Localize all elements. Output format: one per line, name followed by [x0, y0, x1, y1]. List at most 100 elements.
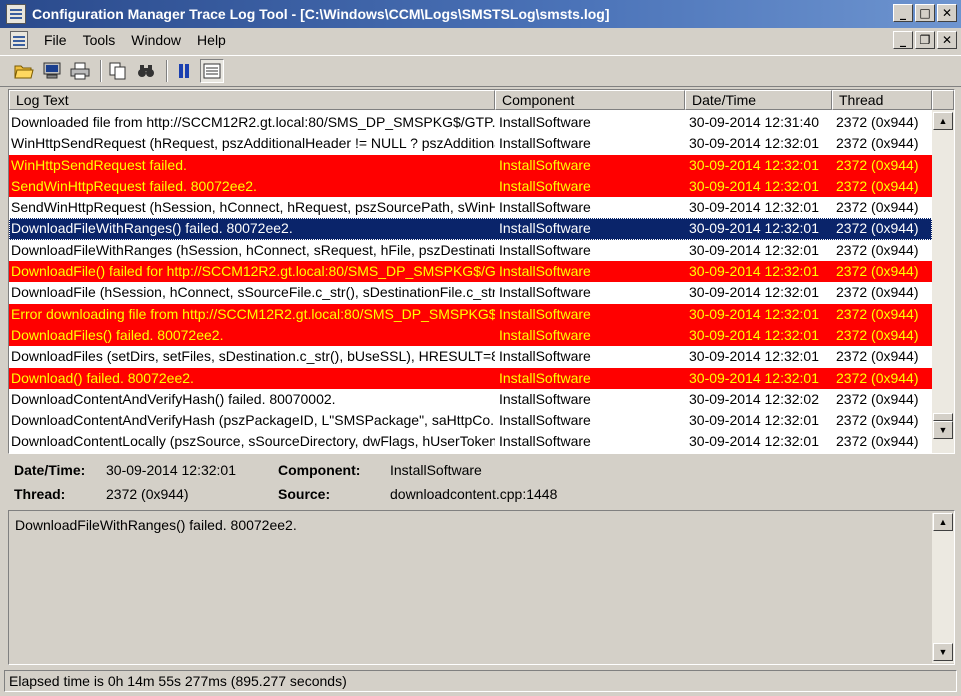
component-cell: InstallSoftware: [499, 433, 591, 450]
toolbar: [0, 55, 961, 87]
column-header-component[interactable]: Component: [495, 90, 685, 110]
open-folder-icon[interactable]: [12, 59, 36, 83]
component-cell: InstallSoftware: [499, 220, 591, 237]
component-cell: InstallSoftware: [499, 369, 591, 386]
log-text-cell: DownloadFileWithRanges (hSession, hConne…: [11, 241, 495, 258]
log-text-cell: DownloadContentAndVerifyHash (pszPackage…: [11, 412, 495, 429]
window-title: Configuration Manager Trace Log Tool - […: [32, 6, 610, 22]
message-textbox[interactable]: DownloadFileWithRanges() failed. 80072ee…: [8, 510, 955, 665]
table-row[interactable]: Error downloading file from http://SCCM1…: [9, 303, 932, 325]
log-text-cell: WinHttpSendRequest failed.: [11, 156, 187, 173]
component-cell: InstallSoftware: [499, 348, 591, 365]
datetime-cell: 30-09-2014 12:32:01: [689, 369, 819, 386]
table-row[interactable]: SendWinHttpRequest (hSession, hConnect, …: [9, 197, 932, 218]
log-text-cell: WinHttpSendRequest (hRequest, pszAdditio…: [11, 135, 495, 152]
column-header-thread[interactable]: Thread: [832, 90, 932, 110]
datetime-cell: 30-09-2014 12:32:01: [689, 263, 819, 280]
table-row[interactable]: DownloadContentLocally (pszSource, sSour…: [9, 431, 932, 452]
datetime-cell: 30-09-2014 12:32:01: [689, 241, 819, 258]
component-cell: InstallSoftware: [499, 305, 591, 322]
thread-cell: 2372 (0x944): [836, 156, 919, 173]
menu-tools[interactable]: Tools: [75, 32, 124, 48]
print-icon[interactable]: [68, 59, 92, 83]
datetime-cell: 30-09-2014 12:32:01: [689, 156, 819, 173]
scroll-track[interactable]: [932, 130, 954, 413]
table-row[interactable]: DownloadContentAndVerifyHash (pszPackage…: [9, 410, 932, 431]
thread-cell: 2372 (0x944): [836, 263, 919, 280]
log-text-cell: DownloadContentLocally (pszSource, sSour…: [11, 433, 495, 450]
title-bar[interactable]: Configuration Manager Trace Log Tool - […: [0, 0, 961, 28]
column-header-log-text[interactable]: Log Text: [9, 90, 495, 110]
scroll-thumb[interactable]: [933, 413, 953, 421]
datetime-cell: 30-09-2014 12:32:01: [689, 305, 819, 322]
log-text-cell: DownloadFiles (setDirs, setFiles, sDesti…: [11, 348, 495, 365]
datetime-cell: 30-09-2014 12:32:01: [689, 326, 819, 343]
thread-cell: 2372 (0x944): [836, 433, 919, 450]
table-row[interactable]: DownloadFile() failed for http://SCCM12R…: [9, 261, 932, 283]
scroll-down-icon[interactable]: ▼: [933, 421, 953, 439]
menu-file[interactable]: File: [36, 32, 75, 48]
status-bar: Elapsed time is 0h 14m 55s 277ms (895.27…: [4, 670, 957, 692]
computer-icon[interactable]: [40, 59, 64, 83]
table-row[interactable]: SendWinHttpRequest failed. 80072ee2. Inst…: [9, 175, 932, 198]
table-row[interactable]: DownloadFile (hSession, hConnect, sSourc…: [9, 282, 932, 303]
table-row[interactable]: WinHttpSendRequest failed. InstallSoftwar…: [9, 154, 932, 176]
child-minimize-icon[interactable]: _: [893, 31, 913, 49]
menu-help[interactable]: Help: [189, 32, 234, 48]
toolbar-separator: [100, 60, 102, 82]
child-close-icon[interactable]: ✕: [937, 31, 957, 49]
message-scroll-down-icon[interactable]: ▼: [933, 643, 953, 661]
table-row[interactable]: DownloadFileWithRanges (hSession, hConne…: [9, 240, 932, 261]
thread-cell: 2372 (0x944): [836, 412, 919, 429]
thread-cell: 2372 (0x944): [836, 369, 919, 386]
grid-header: Log Text Component Date/Time Thread: [9, 90, 954, 110]
thread-cell: 2372 (0x944): [836, 326, 919, 343]
log-text-cell: Error downloading file from http://SCCM1…: [11, 305, 495, 322]
table-row[interactable]: DownloadFiles() failed. 80072ee2. Install…: [9, 324, 932, 347]
highlight-icon[interactable]: [200, 59, 224, 83]
thread-cell: 2372 (0x944): [836, 348, 919, 365]
copy-icon[interactable]: [106, 59, 130, 83]
component-cell: InstallSoftware: [499, 412, 591, 429]
thread-cell: 2372 (0x944): [836, 199, 919, 216]
column-header-datetime[interactable]: Date/Time: [685, 90, 832, 110]
log-text-cell: DownloadFile() failed for http://SCCM12R…: [11, 263, 495, 280]
table-row[interactable]: Download() failed. 80072ee2. InstallSoftw…: [9, 367, 932, 389]
component-cell: InstallSoftware: [499, 199, 591, 216]
component-cell: InstallSoftware: [499, 114, 591, 130]
component-cell: InstallSoftware: [499, 284, 591, 301]
message-text: DownloadFileWithRanges() failed. 80072ee…: [15, 517, 297, 533]
table-row[interactable]: Downloaded file from http://SCCM12R2.gt.…: [9, 112, 932, 133]
child-restore-icon[interactable]: ❐: [915, 31, 935, 49]
maximize-icon[interactable]: □: [915, 4, 935, 22]
component-cell: InstallSoftware: [499, 263, 591, 280]
component-cell: InstallSoftware: [499, 156, 591, 173]
datetime-cell: 30-09-2014 12:31:40: [689, 114, 819, 130]
table-row[interactable]: DownloadContentAndVerifyHash() failed. 8…: [9, 389, 932, 410]
component-cell: InstallSoftware: [499, 177, 591, 194]
table-row[interactable]: WinHttpSendRequest (hRequest, pszAdditio…: [9, 133, 932, 154]
close-icon[interactable]: ✕: [937, 4, 957, 22]
log-scrollbar[interactable]: ▲ ▼: [932, 110, 954, 453]
find-icon[interactable]: [134, 59, 158, 83]
message-scroll-up-icon[interactable]: ▲: [933, 513, 953, 531]
thread-cell: 2372 (0x944): [836, 220, 919, 237]
log-grid: Log Text Component Date/Time Thread Down…: [8, 89, 955, 454]
thread-value: 2372 (0x944): [106, 486, 189, 502]
pause-icon[interactable]: [172, 59, 196, 83]
datetime-cell: 30-09-2014 12:32:01: [689, 433, 819, 450]
datetime-cell: 30-09-2014 12:32:01: [689, 348, 819, 365]
scroll-up-icon[interactable]: ▲: [933, 112, 953, 130]
message-scroll-track[interactable]: [932, 531, 954, 643]
document-icon[interactable]: [10, 31, 28, 49]
datetime-value: 30-09-2014 12:32:01: [106, 462, 236, 478]
datetime-cell: 30-09-2014 12:32:01: [689, 284, 819, 301]
message-scrollbar[interactable]: ▲ ▼: [932, 513, 954, 663]
table-row[interactable]: DownloadFiles (setDirs, setFiles, sDesti…: [9, 346, 932, 367]
component-cell: InstallSoftware: [499, 326, 591, 343]
minimize-icon[interactable]: _: [893, 4, 913, 22]
table-row[interactable]: DownloadFileWithRanges() failed. 80072ee…: [9, 218, 932, 240]
component-cell: InstallSoftware: [499, 241, 591, 258]
menu-window[interactable]: Window: [123, 32, 189, 48]
child-window-controls: _ ❐ ✕: [893, 31, 957, 49]
